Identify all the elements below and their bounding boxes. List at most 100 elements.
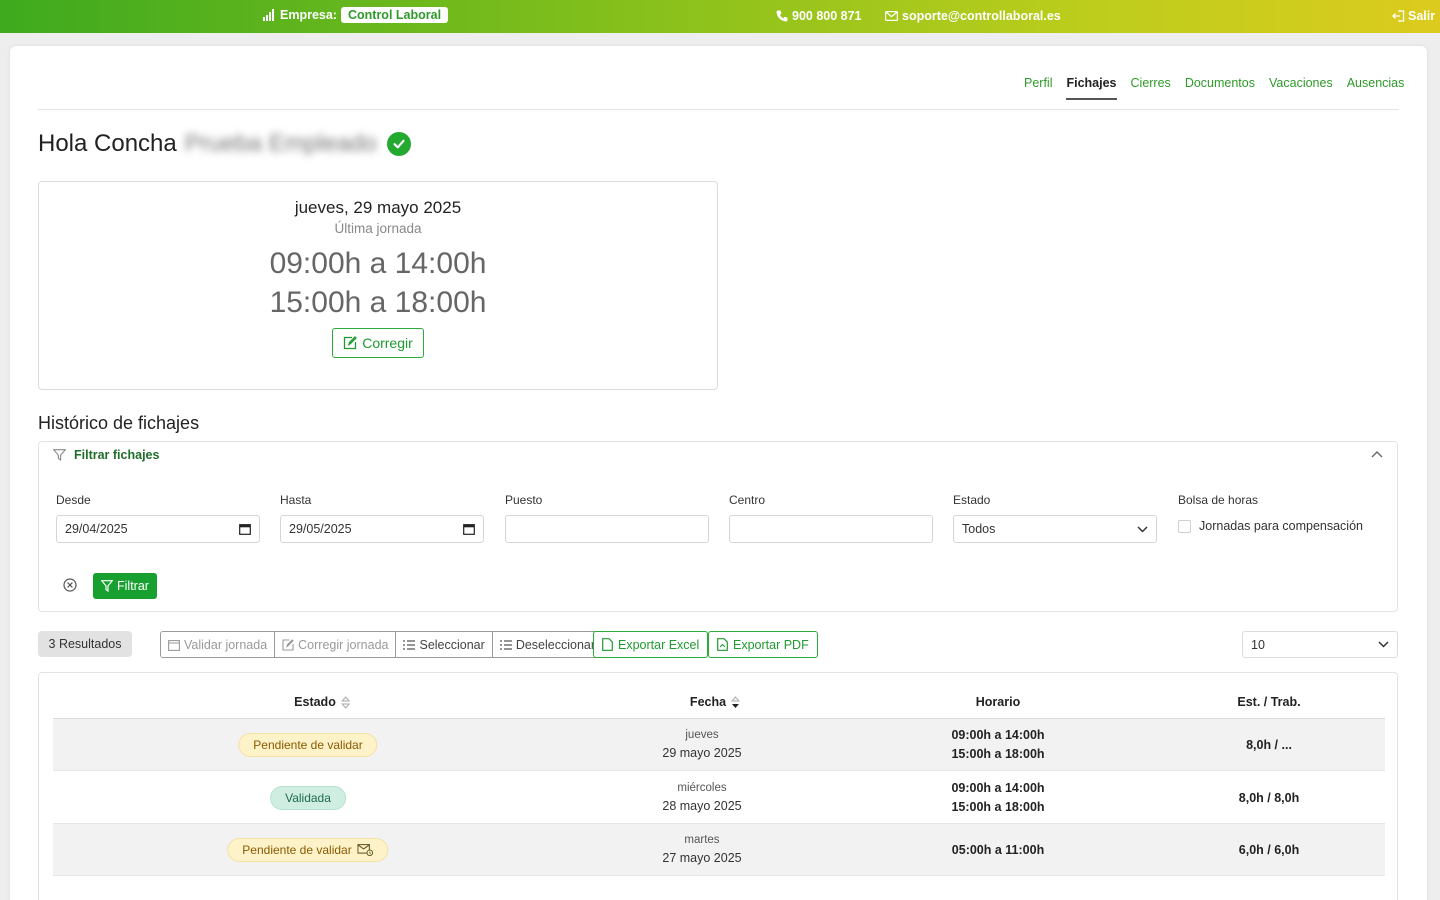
page-greeting: Hola Concha Prueba Empleado	[38, 130, 411, 158]
bulk-actions-group: Validar jornada Corregir jornada Selecci…	[160, 631, 604, 658]
page-size-value: 10	[1251, 637, 1265, 652]
table-header: Estado Fecha Horario Est. / Trab.	[53, 695, 1385, 719]
company-info: Empresa: Control Laboral	[263, 7, 449, 23]
tab-documentos[interactable]: Documentos	[1185, 76, 1255, 100]
estado-header-label: Estado	[294, 695, 336, 709]
table-row[interactable]: Validada miércoles 28 mayo 2025 09:00h a…	[53, 772, 1385, 824]
column-header-fecha[interactable]: Fecha	[689, 695, 741, 709]
table-row[interactable]: Pendiente de validar martes 27 mayo 2025…	[53, 824, 1385, 876]
estado-select[interactable]: Todos	[953, 515, 1157, 543]
mail-pending-icon[interactable]	[357, 844, 374, 856]
last-workday-subtitle: Última jornada	[334, 221, 422, 236]
list-icon	[403, 639, 416, 650]
status-badge-label: Pendiente de validar	[242, 843, 352, 857]
file-excel-icon	[602, 638, 613, 651]
results-count-badge: 3 Resultados	[38, 631, 132, 657]
validate-day-button[interactable]: Validar jornada	[161, 632, 276, 657]
estado-cell: Validada	[270, 772, 346, 824]
centro-label: Centro	[729, 493, 766, 507]
tab-fichajes[interactable]: Fichajes	[1066, 76, 1117, 100]
time-range: 05:00h a 11:00h	[951, 842, 1045, 857]
records-table: Estado Fecha Horario Est. / Trab. Pendie…	[38, 672, 1398, 900]
time-range: 15:00h a 18:00h	[951, 747, 1045, 761]
calendar-icon[interactable]	[463, 523, 475, 535]
correct-button[interactable]: Corregir	[332, 328, 424, 358]
calendar-check-icon	[168, 639, 180, 651]
hasta-date-input[interactable]: 29/05/2025	[280, 515, 484, 543]
table-row[interactable]: Pendiente de validar jueves 29 mayo 2025…	[53, 719, 1385, 771]
email-contact[interactable]: soporte@controllaboral.es	[885, 9, 1061, 23]
fecha-header-label: Fecha	[689, 695, 727, 709]
correct-day-button[interactable]: Corregir jornada	[275, 632, 397, 657]
desde-value: 29/04/2025	[65, 522, 128, 536]
estado-selected-value: Todos	[962, 522, 996, 536]
list-icon	[499, 639, 512, 650]
sort-icon[interactable]	[340, 695, 350, 709]
est-trab-cell: 8,0h / ...	[1246, 719, 1292, 771]
column-header-estado[interactable]: Estado	[294, 695, 350, 709]
horario-cell: 09:00h a 14:00h 15:00h a 18:00h	[951, 719, 1044, 771]
tab-perfil[interactable]: Perfil	[1024, 76, 1052, 100]
time-range: 15:00h a 18:00h	[951, 800, 1045, 814]
status-badge: Validada	[270, 786, 346, 810]
fecha-cell: jueves 29 mayo 2025	[662, 719, 741, 771]
tab-vacaciones[interactable]: Vacaciones	[1269, 76, 1333, 100]
weekday: miércoles	[677, 782, 727, 794]
time-range: 09:00h a 14:00h	[951, 728, 1045, 742]
status-badge: Pendiente de validar	[238, 733, 378, 757]
nav-divider	[38, 109, 1399, 110]
export-pdf-button[interactable]: Exportar PDF	[708, 631, 818, 658]
est-trab-cell: 8,0h / 8,0h	[1239, 772, 1299, 824]
filter-panel: Filtrar fichajes Desde 29/04/2025 Hasta …	[38, 441, 1398, 612]
desde-label: Desde	[56, 493, 91, 507]
hasta-label: Hasta	[280, 493, 312, 507]
fecha-cell: martes 27 mayo 2025	[662, 824, 741, 876]
clear-filters-icon[interactable]	[61, 576, 79, 594]
company-label: Empresa:	[280, 8, 337, 22]
date: 29 mayo 2025	[662, 746, 742, 760]
compensation-checkbox[interactable]	[1178, 519, 1191, 533]
filter-panel-header[interactable]: Filtrar fichajes	[53, 448, 159, 462]
time-range-2: 15:00h a 18:00h	[269, 286, 487, 319]
hours-value: 8,0h / 8,0h	[1238, 790, 1300, 805]
filter-button-label: Filtrar	[117, 579, 149, 593]
estado-label: Estado	[953, 493, 991, 507]
greeting-text: Hola Concha	[38, 130, 177, 157]
tab-cierres[interactable]: Cierres	[1131, 76, 1171, 100]
date: 27 mayo 2025	[662, 851, 742, 865]
funnel-icon	[101, 580, 113, 592]
select-button[interactable]: Seleccionar	[396, 632, 493, 657]
export-excel-label: Exportar Excel	[618, 637, 700, 652]
chevron-down-icon	[1378, 641, 1389, 648]
bolsa-label: Bolsa de horas	[1178, 493, 1259, 507]
calendar-icon[interactable]	[239, 523, 251, 535]
company-name-badge: Control Laboral	[340, 7, 449, 23]
logout-button[interactable]: Salir	[1392, 9, 1435, 23]
last-workday-date: jueves, 29 mayo 2025	[294, 198, 462, 217]
chart-bars-icon	[263, 9, 274, 21]
horario-cell: 09:00h a 14:00h 15:00h a 18:00h	[951, 772, 1044, 824]
deselect-label: Deseleccionar	[515, 637, 596, 652]
time-range: 09:00h a 14:00h	[951, 781, 1045, 795]
correct-day-label: Corregir jornada	[298, 637, 389, 652]
deselect-button[interactable]: Deseleccionar	[492, 632, 603, 657]
select-label: Seleccionar	[419, 637, 485, 652]
chevron-up-icon[interactable]	[1371, 450, 1383, 458]
weekday: martes	[684, 834, 720, 846]
est-trab-cell: 6,0h / 6,0h	[1239, 824, 1299, 876]
filter-button[interactable]: Filtrar	[93, 573, 157, 599]
tab-ausencias[interactable]: Ausencias	[1347, 76, 1405, 100]
correct-button-label: Corregir	[362, 335, 413, 351]
sort-desc-icon[interactable]	[731, 695, 741, 709]
compensation-checkbox-row[interactable]: Jornadas para compensación	[1178, 519, 1363, 533]
employee-name-blurred: Prueba Empleado	[184, 130, 377, 157]
puesto-input[interactable]	[505, 515, 709, 543]
centro-input[interactable]	[729, 515, 933, 543]
phone-icon	[776, 10, 788, 22]
phone-contact[interactable]: 900 800 871	[776, 9, 862, 23]
desde-date-input[interactable]: 29/04/2025	[56, 515, 260, 543]
page-size-select[interactable]: 10	[1242, 631, 1398, 658]
export-excel-button[interactable]: Exportar Excel	[593, 631, 709, 658]
column-header-est-trab: Est. / Trab.	[1237, 695, 1300, 709]
logout-label: Salir	[1408, 9, 1436, 23]
